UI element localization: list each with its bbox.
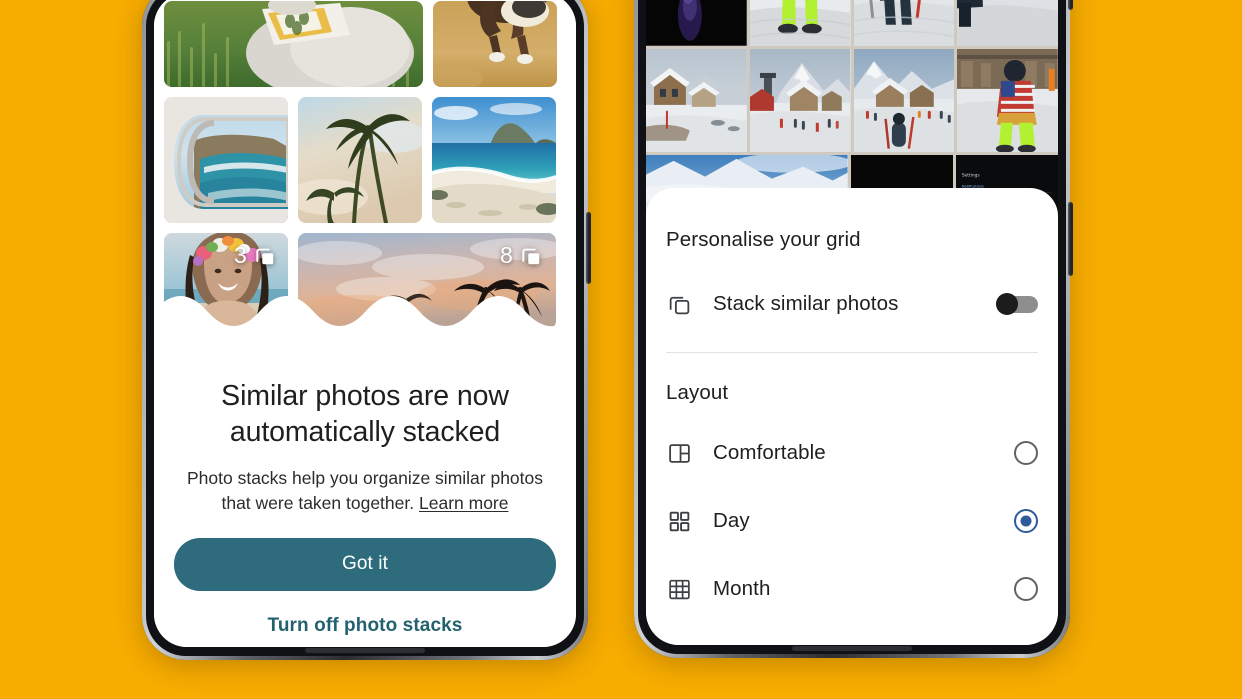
left-photo-grid [154,0,576,329]
volume-button[interactable] [1068,0,1073,10]
layout-day-label: Day [713,509,750,532]
layout-section-title: Layout [666,381,729,404]
stack-similar-photos-row[interactable]: Stack similar photos [664,270,1040,338]
dialog-body: Photo stacks help you organize similar p… [174,466,556,516]
layout-comfortable-radio[interactable] [1014,441,1038,465]
stacking-promo-dialog: Similar photos are now automatically sta… [154,379,576,647]
palm-trees-sky-photo[interactable] [298,97,422,223]
promo-scene: Similar photos are now automatically sta… [0,0,1242,699]
layout-option-month[interactable]: Month [664,555,1040,623]
stack-badge-count: 8 [500,242,513,268]
photo-grid-row [646,0,1058,46]
layout-day-icon [666,508,693,535]
left-phone-shell: Similar photos are now automatically sta… [146,0,584,656]
stack-badge-count: 3 [234,242,247,268]
learn-more-link[interactable]: Learn more [419,493,509,513]
layout-month-icon [666,576,693,603]
stack-similar-photos-toggle[interactable] [996,293,1038,315]
ski-resort-crowd-photo[interactable] [853,49,955,152]
layout-day-radio[interactable] [1014,509,1038,533]
svg-text:Settings: Settings [962,173,980,179]
beach-cove-photo[interactable] [432,97,556,223]
toggle-knob [996,293,1018,315]
home-indicator [305,648,425,653]
right-phone-device: Wallpaper selection Dark Filter N [634,0,1073,658]
layout-month-label: Month [713,577,771,600]
home-indicator [792,646,912,651]
right-phone-shell: Wallpaper selection Dark Filter N [638,0,1066,654]
left-phone-screen: Similar photos are now automatically sta… [154,0,576,647]
stack-icon [256,248,274,264]
right-phone-screen: Wallpaper selection Dark Filter N [646,0,1058,645]
airplane-window-coast-photo[interactable] [164,97,288,223]
skier-partial-photo[interactable] [957,0,1058,46]
layout-option-comfortable[interactable]: Comfortable [664,419,1040,487]
got-it-button[interactable]: Got it [174,538,556,591]
layout-comfortable-label: Comfortable [713,441,826,464]
stack-icon [522,248,540,264]
layout-month-radio[interactable] [1014,577,1038,601]
skier-poles-photo[interactable] [853,0,955,46]
stack-icon [666,291,693,318]
dialog-title: Similar photos are now automatically sta… [221,380,509,448]
stack-badge-8: 8 [500,244,1234,267]
left-phone-device: Similar photos are now automatically sta… [142,0,591,660]
personalise-section-title: Personalise your grid [666,228,861,251]
photo-grid-row [164,97,566,223]
alpine-chalet-snow-photo[interactable] [646,49,747,152]
skier-green-pants-photo[interactable] [749,0,851,46]
dog-running-sand-photo[interactable] [433,1,557,87]
layout-option-day[interactable]: Day [664,487,1040,555]
dog-in-grass-photo[interactable] [164,1,423,87]
photo-grid-row [646,49,1058,152]
skier-flag-jacket-photo[interactable] [957,49,1058,152]
ski-village-mountain-photo[interactable] [749,49,851,152]
dark-night-photo[interactable] [646,0,747,46]
layout-comfortable-icon [666,440,693,467]
photo-grid-row [164,1,566,87]
stack-similar-photos-label: Stack similar photos [713,292,899,315]
turn-off-photo-stacks-button[interactable]: Turn off photo stacks [174,591,556,647]
